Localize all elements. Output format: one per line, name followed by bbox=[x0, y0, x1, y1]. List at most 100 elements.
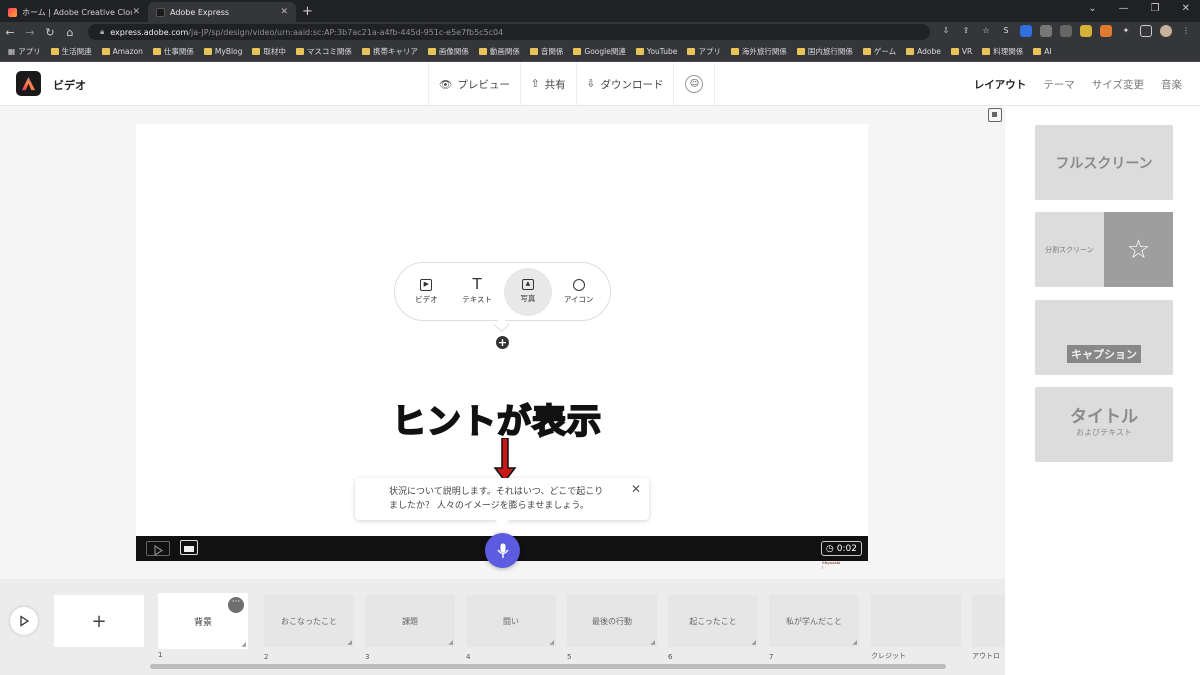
close-icon[interactable]: ✕ bbox=[631, 482, 641, 496]
bookmark-item[interactable]: 携帯キャリア bbox=[361, 46, 418, 57]
caption-toggle-button[interactable] bbox=[180, 540, 198, 555]
play-scene-button[interactable] bbox=[146, 541, 170, 557]
bookmark-item[interactable]: 生活関連 bbox=[50, 46, 92, 57]
share-button[interactable]: ⇧ 共有 bbox=[519, 62, 576, 106]
maximize-icon[interactable]: ❐ bbox=[1151, 3, 1160, 14]
bookmark-item[interactable]: YouTube bbox=[635, 47, 677, 56]
scene-card[interactable]: 課題 3 ◢ bbox=[365, 595, 455, 661]
extension-yellow-icon[interactable] bbox=[1080, 25, 1092, 37]
bookmark-item[interactable]: 仕事関係 bbox=[152, 46, 194, 57]
fit-screen-icon[interactable] bbox=[988, 108, 1002, 122]
play-all-button[interactable] bbox=[10, 607, 38, 635]
bookmark-item[interactable]: MyBlog bbox=[203, 47, 242, 56]
add-text-option[interactable]: T テキスト bbox=[453, 268, 501, 316]
document-title[interactable]: ビデオ bbox=[53, 77, 86, 93]
browser-tab-creative-cloud[interactable]: ホーム | Adobe Creative Cloud ✕ bbox=[0, 2, 148, 22]
scene-card-credits[interactable]: クレジット bbox=[871, 595, 961, 660]
add-video-option[interactable]: ▶ ビデオ bbox=[402, 268, 450, 316]
layout-caption[interactable]: キャプション bbox=[1035, 300, 1173, 375]
bookmark-item[interactable]: 国内旅行関係 bbox=[796, 46, 853, 57]
folder-icon bbox=[687, 48, 696, 55]
scene-card-outro[interactable]: アウトロ bbox=[972, 595, 1005, 660]
add-photo-option[interactable]: ▲ 写真 bbox=[503, 267, 552, 316]
extension-gray-icon[interactable] bbox=[1040, 25, 1052, 37]
bookmark-label: 国内旅行関係 bbox=[807, 47, 853, 56]
bookmark-item[interactable]: ゲーム bbox=[862, 46, 897, 57]
share-page-icon[interactable]: ⇪ bbox=[960, 25, 972, 37]
bookmark-label: ゲーム bbox=[873, 47, 897, 56]
bookmark-item[interactable]: VR bbox=[950, 47, 973, 56]
bookmark-item[interactable]: 海外旅行関係 bbox=[730, 46, 787, 57]
invite-collaborator-button[interactable]: ☺︎ bbox=[673, 62, 716, 106]
close-icon[interactable]: ✕ bbox=[132, 7, 140, 17]
tab-title: Adobe Express bbox=[170, 7, 230, 17]
bookmark-item[interactable]: Amazon bbox=[101, 47, 143, 56]
bookmark-item[interactable]: Google関連 bbox=[573, 46, 626, 57]
bookmark-item[interactable]: ▦ アプリ bbox=[8, 46, 41, 57]
extension-rx-icon[interactable] bbox=[1060, 25, 1072, 37]
add-icon-option[interactable]: アイコン bbox=[555, 268, 603, 316]
bookmark-item[interactable]: AI bbox=[1033, 47, 1052, 56]
timeline-scrollbar[interactable] bbox=[150, 664, 946, 669]
sidebar-icon[interactable] bbox=[1140, 25, 1152, 37]
url-path: /ja-JP/sp/design/video/urn:aaid:sc:AP:3b… bbox=[188, 27, 504, 37]
bookmarks-bar: ▦ アプリ 生活関連 Amazon 仕事関係 MyBlog 取材中 マスコミ関係 … bbox=[0, 42, 1200, 62]
tab-layout[interactable]: レイアウト bbox=[974, 77, 1027, 92]
bookmark-label: VR bbox=[961, 47, 973, 56]
bookmark-item[interactable]: 動画関係 bbox=[478, 46, 520, 57]
bookmark-item[interactable]: マスコミ関係 bbox=[295, 46, 352, 57]
extension-orange-icon[interactable] bbox=[1100, 25, 1112, 37]
forward-icon[interactable]: → bbox=[20, 26, 40, 39]
extension-s-icon[interactable]: S bbox=[1000, 25, 1012, 37]
adobe-express-logo[interactable] bbox=[16, 71, 41, 96]
bookmark-item[interactable]: 料理関係 bbox=[982, 46, 1023, 57]
tab-theme[interactable]: テーマ bbox=[1043, 77, 1075, 92]
record-voice-button[interactable] bbox=[485, 533, 520, 568]
new-tab-icon[interactable]: + bbox=[302, 4, 313, 19]
plus-icon: + bbox=[91, 610, 107, 632]
add-content-button[interactable]: + bbox=[496, 336, 509, 349]
add-scene-button[interactable]: + bbox=[54, 595, 144, 647]
bookmark-item[interactable]: アプリ bbox=[687, 46, 721, 57]
text-icon: T bbox=[472, 275, 482, 293]
bookmark-label: AI bbox=[1044, 47, 1052, 56]
scene-card[interactable]: 背景 ··· 1 ◢ bbox=[158, 593, 248, 659]
puzzle-icon[interactable]: ✦ bbox=[1120, 25, 1132, 37]
layout-fullscreen[interactable]: フルスクリーン bbox=[1035, 125, 1173, 200]
preview-button[interactable]: 👁︎ プレビュー bbox=[428, 62, 520, 106]
minimize-icon[interactable]: — bbox=[1119, 3, 1129, 14]
profile-avatar-icon[interactable] bbox=[1160, 25, 1172, 37]
chevron-down-icon[interactable]: ⌄ bbox=[1088, 3, 1096, 14]
download-button[interactable]: ⇩ ダウンロード bbox=[575, 62, 674, 106]
layout-title-text[interactable]: タイトル およびテキスト bbox=[1035, 387, 1173, 462]
scene-card[interactable]: 起こったこと 6 ◢ bbox=[668, 595, 758, 661]
bookmark-item[interactable]: 取材中 bbox=[252, 46, 286, 57]
install-icon[interactable]: ⇩ bbox=[940, 25, 952, 37]
close-window-icon[interactable]: ✕ bbox=[1182, 3, 1190, 14]
more-options-icon[interactable]: ··· bbox=[228, 597, 244, 613]
home-icon[interactable]: ⌂ bbox=[60, 26, 80, 39]
add-user-icon: ☺︎ bbox=[685, 75, 704, 93]
scene-duration[interactable]: ◷ 0:02 bbox=[820, 541, 862, 556]
close-icon[interactable]: ✕ bbox=[280, 7, 288, 17]
scene-card[interactable]: 闘い 4 ◢ bbox=[466, 595, 556, 661]
bookmark-item[interactable]: 画像関係 bbox=[427, 46, 469, 57]
layout-split-screen[interactable]: 分割スクリーン ☆ bbox=[1035, 212, 1173, 287]
scene-card[interactable]: 最後の行動 5 ◢ bbox=[567, 595, 657, 661]
scene-card[interactable]: おこなったこと 2 ◢ bbox=[264, 595, 354, 661]
back-icon[interactable]: ← bbox=[0, 26, 20, 39]
star-icon[interactable]: ☆ bbox=[980, 25, 992, 37]
reload-icon[interactable]: ↻ bbox=[40, 26, 60, 39]
tab-resize[interactable]: サイズ変更 bbox=[1092, 77, 1144, 92]
bookmark-item[interactable]: Adobe bbox=[906, 47, 941, 56]
scene-card[interactable]: 私が学んだこと 7 ◢ bbox=[769, 595, 859, 661]
bookmark-item[interactable]: 音関係 bbox=[529, 46, 563, 57]
add-icon-label: アイコン bbox=[563, 294, 594, 304]
url-field[interactable]: 🔒︎ express.adobe.com /ja-JP/sp/design/vi… bbox=[88, 24, 930, 40]
tab-music[interactable]: 音楽 bbox=[1161, 77, 1182, 92]
browser-tab-adobe-express[interactable]: Adobe Express ✕ bbox=[148, 2, 296, 22]
extension-blue-icon[interactable] bbox=[1020, 25, 1032, 37]
url-host: express.adobe.com bbox=[110, 27, 189, 37]
folder-icon bbox=[950, 48, 959, 55]
menu-kebab-icon[interactable]: ⋮ bbox=[1180, 25, 1192, 37]
